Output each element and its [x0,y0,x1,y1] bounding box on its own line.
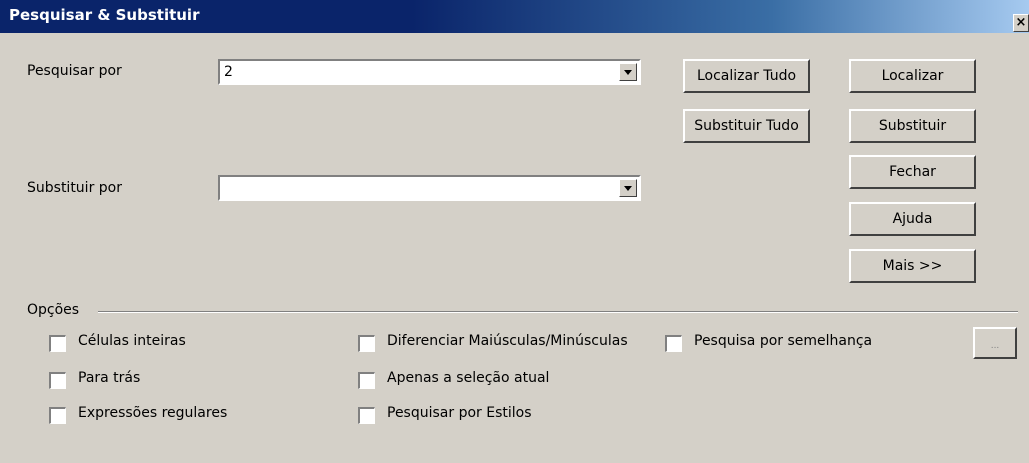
match-case-checkbox[interactable] [358,335,375,352]
search-styles-checkbox[interactable] [358,407,375,424]
chevron-down-icon[interactable] [619,63,637,81]
search-label: Pesquisar por [27,63,122,79]
search-replace-dialog: Pesquisar & Substituir × Pesquisar por 2… [0,0,1029,463]
dialog-title: Pesquisar & Substituir [9,6,200,24]
replace-label: Substituir por [27,180,122,196]
regex-checkbox[interactable] [49,407,66,424]
regex-label: Expressões regulares [78,405,228,421]
search-value[interactable]: 2 [224,64,233,80]
replace-combobox[interactable] [218,175,641,201]
similarity-settings-button[interactable]: ... [973,327,1017,359]
chevron-down-icon[interactable] [619,179,637,197]
replace-button[interactable]: Substituir [849,109,976,143]
whole-cells-checkbox[interactable] [49,335,66,352]
whole-cells-label: Células inteiras [78,333,186,349]
options-divider [98,311,1018,313]
more-button[interactable]: Mais >> [849,249,976,283]
search-styles-label: Pesquisar por Estilos [387,405,532,421]
close-icon[interactable]: × [1013,14,1029,32]
search-combobox[interactable]: 2 [218,59,641,85]
close-button[interactable]: Fechar [849,155,976,189]
help-button[interactable]: Ajuda [849,202,976,236]
find-button[interactable]: Localizar [849,59,976,93]
backwards-checkbox[interactable] [49,372,66,389]
similarity-label: Pesquisa por semelhança [694,333,873,349]
find-all-button[interactable]: Localizar Tudo [683,59,810,93]
backwards-label: Para trás [78,370,141,386]
current-selection-label: Apenas a seleção atual [387,370,550,386]
options-label: Opções [27,302,80,318]
title-bar: Pesquisar & Substituir × [0,0,1029,33]
similarity-checkbox[interactable] [665,335,682,352]
replace-all-button[interactable]: Substituir Tudo [683,109,810,143]
match-case-label: Diferenciar Maiúsculas/Minúsculas [387,333,628,349]
current-selection-checkbox[interactable] [358,372,375,389]
